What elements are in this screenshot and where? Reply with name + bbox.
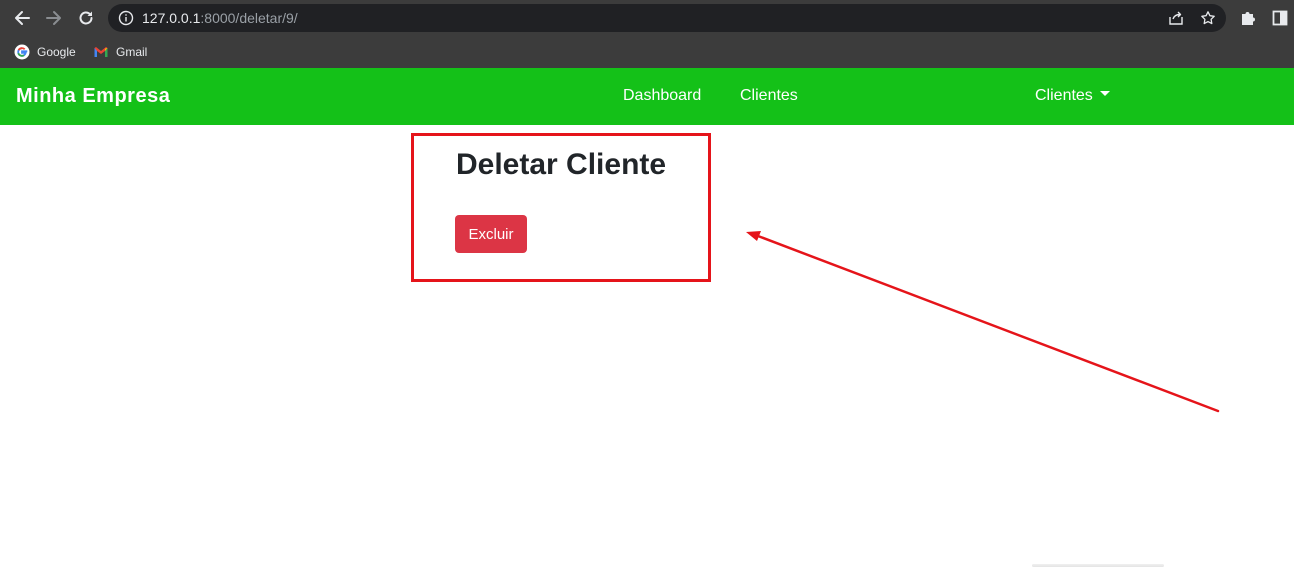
annotation-arrow bbox=[746, 231, 1220, 413]
